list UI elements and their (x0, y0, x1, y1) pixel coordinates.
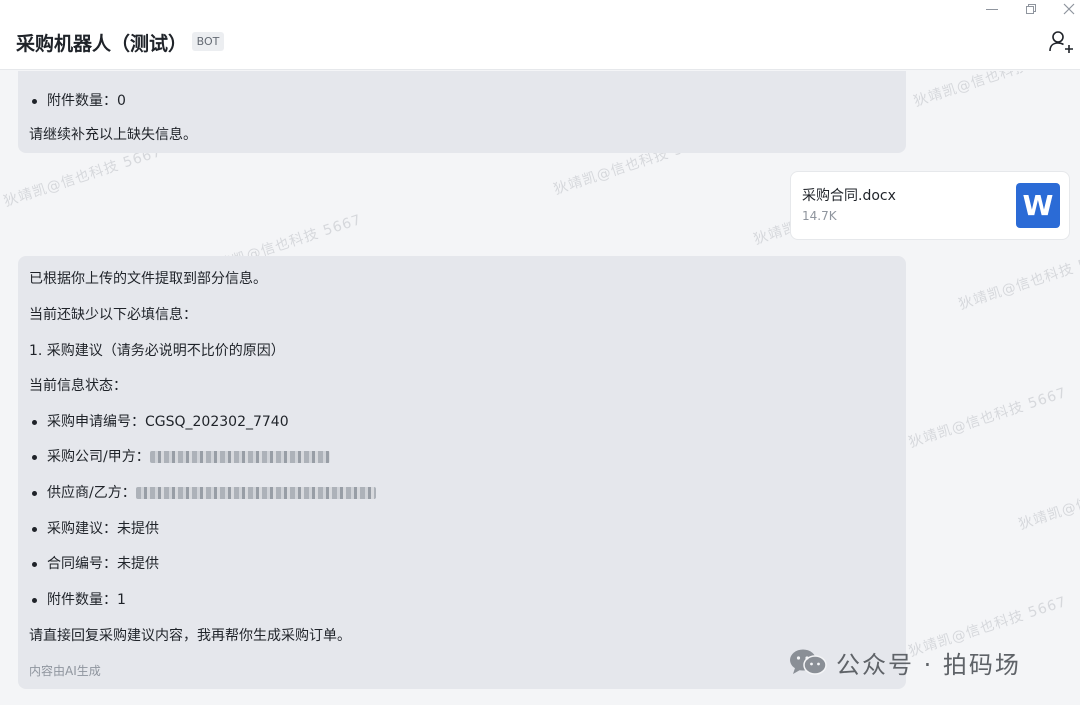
message-text: 请继续补充以上缺失信息。 (29, 127, 197, 143)
redacted-text (135, 487, 376, 499)
bullet-icon (32, 526, 37, 532)
file-name: 采购合同.docx (802, 188, 896, 204)
message-text: 当前还缺少以下必填信息： (29, 307, 197, 323)
watermark: 狄靖凯@信也科技 5667 (906, 384, 1069, 452)
brand-watermark: 公众号 · 拍码场 (788, 646, 1068, 679)
bot-message: 已根据你上传的文件提取到部分信息。 当前还缺少以下必填信息： 1. 采购建议（请… (18, 256, 906, 689)
list-item: 采购公司/甲方： (29, 446, 330, 466)
watermark: 狄靖凯@信也科技 5667 (956, 246, 1080, 314)
minimize-icon[interactable] (986, 9, 998, 10)
list-item: 采购建议：未提供 (29, 518, 159, 538)
bot-badge: BOT (192, 32, 224, 51)
add-member-icon[interactable] (1048, 30, 1074, 54)
watermark: 狄靖凯@信也科技 5667 (911, 71, 1074, 111)
list-item: 采购申请编号：CGSQ_202302_7740 (29, 411, 289, 431)
file-size: 14.7K (802, 209, 837, 223)
redacted-text (149, 451, 330, 463)
bullet-icon (32, 561, 37, 567)
bullet-icon (32, 98, 37, 104)
brand-text: 公众号 · 拍码场 (836, 650, 1021, 679)
wechat-icon (790, 649, 827, 675)
message-text: 当前信息状态： (29, 378, 127, 394)
message-text: 请直接回复采购建议内容，我再帮你生成采购订单。 (29, 628, 351, 644)
watermark: 狄靖凯@信也科技 5667 (1016, 467, 1080, 534)
word-doc-icon: W (1016, 183, 1060, 228)
list-item: 供应商/乙方： (29, 482, 376, 502)
chat-title: 采购机器人（测试） (16, 33, 188, 55)
bullet-icon (32, 490, 37, 496)
list-item: 附件数量：1 (29, 589, 126, 609)
bullet-icon (32, 419, 37, 425)
bot-message: 附件数量：0 请继续补充以上缺失信息。 (18, 71, 906, 153)
restore-icon[interactable] (1025, 3, 1037, 15)
ai-generated-note: 内容由AI生成 (29, 664, 101, 678)
bullet-icon (32, 454, 37, 460)
list-item: 1. 采购建议（请务必说明不比价的原因） (29, 343, 285, 359)
message-list[interactable]: 狄靖凯@信也科技 5667 狄靖凯@信也科技 5667 狄靖凯@信也科技 566… (0, 71, 1080, 705)
chat-header: 采购机器人（测试） BOT (0, 0, 1080, 70)
list-item: 合同编号：未提供 (29, 553, 159, 573)
file-attachment[interactable]: 采购合同.docx 14.7K W (790, 171, 1070, 240)
message-text: 已根据你上传的文件提取到部分信息。 (29, 271, 267, 287)
list-item: 附件数量：0 (29, 90, 126, 110)
close-icon[interactable] (1062, 2, 1076, 16)
bullet-icon (32, 597, 37, 603)
